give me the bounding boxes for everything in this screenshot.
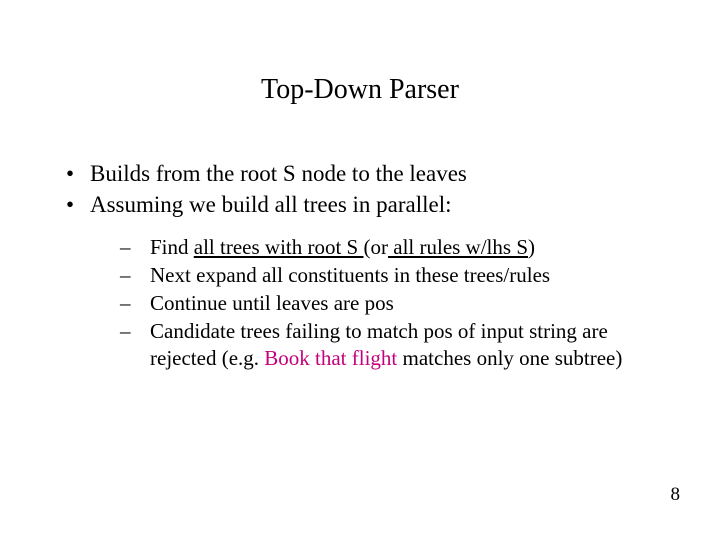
- sub-bullet-text: Continue until leaves are pos: [150, 291, 394, 315]
- sub-bullet-text: Next expand all constituents in these tr…: [150, 263, 550, 287]
- sub-bullet-item: – Candidate trees failing to match pos o…: [90, 318, 660, 371]
- bullet-item: Assuming we build all trees in parallel:…: [60, 191, 660, 371]
- sub-bullet-list: – Find all trees with root S (or all rul…: [90, 234, 660, 371]
- underline-text: all trees with root S: [194, 235, 364, 259]
- dash-icon: –: [120, 290, 131, 316]
- slide-title: Top-Down Parser: [0, 74, 720, 106]
- bullet-text: Assuming we build all trees in parallel:: [90, 192, 452, 217]
- dash-icon: –: [120, 262, 131, 288]
- page-number: 8: [671, 484, 681, 506]
- emphasis-text: Book that flight: [264, 346, 397, 370]
- text-run: Find: [150, 235, 194, 259]
- sub-bullet-item: – Find all trees with root S (or all rul…: [90, 234, 660, 260]
- text-run: (or: [364, 235, 389, 259]
- dash-icon: –: [120, 318, 131, 344]
- sub-bullet-item: – Next expand all constituents in these …: [90, 262, 660, 288]
- sub-bullet-text: Find all trees with root S (or all rules…: [150, 235, 535, 259]
- sub-bullet-text: Candidate trees failing to match pos of …: [150, 319, 622, 369]
- slide: Top-Down Parser Builds from the root S n…: [0, 0, 720, 540]
- bullet-text: Builds from the root S node to the leave…: [90, 161, 467, 186]
- bullet-item: Builds from the root S node to the leave…: [60, 160, 660, 189]
- sub-bullet-item: – Continue until leaves are pos: [90, 290, 660, 316]
- slide-body: Builds from the root S node to the leave…: [60, 160, 660, 373]
- text-run: ): [528, 235, 535, 259]
- bullet-list: Builds from the root S node to the leave…: [60, 160, 660, 371]
- text-run: matches only one subtree): [397, 346, 622, 370]
- dash-icon: –: [120, 234, 131, 260]
- underline-text: all rules w/lhs S: [388, 235, 528, 259]
